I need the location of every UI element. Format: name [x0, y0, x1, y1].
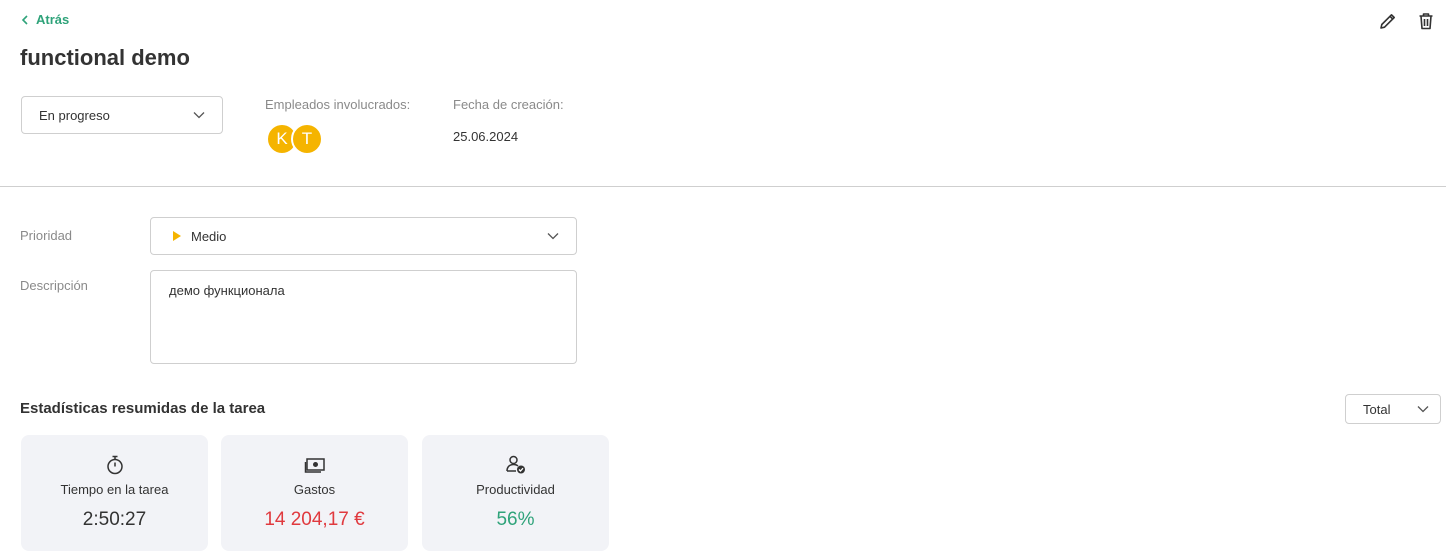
stopwatch-icon: [104, 454, 126, 476]
stat-value: 2:50:27: [82, 509, 147, 530]
stat-label: Tiempo en la tarea: [60, 482, 169, 497]
priority-flag-icon: [173, 231, 181, 241]
description-field[interactable]: демо функционала: [150, 270, 577, 364]
priority-dropdown[interactable]: Medio: [150, 217, 577, 255]
stat-label: Gastos: [293, 482, 336, 497]
trash-icon: [1419, 13, 1433, 30]
divider: [0, 186, 1446, 187]
period-value: Total: [1363, 401, 1391, 417]
stat-card-expenses: Gastos 14 204,17 €: [221, 435, 408, 551]
back-label: Atrás: [36, 12, 70, 27]
priority-label: Prioridad: [20, 228, 73, 243]
status-value: En progreso: [39, 107, 110, 123]
chevron-down-icon: [547, 233, 559, 240]
page-title: functional demo: [20, 45, 190, 70]
chevron-left-icon: [21, 14, 28, 25]
chevron-down-icon: [1417, 406, 1429, 413]
edit-button[interactable]: [1378, 11, 1398, 31]
stats-title: Estadísticas resumidas de la tarea: [20, 400, 266, 417]
stat-card-productivity: Productividad 56%: [422, 435, 609, 551]
stat-value: 56%: [496, 509, 535, 530]
status-dropdown[interactable]: En progreso: [21, 96, 223, 134]
employee-avatars: K T: [266, 123, 323, 155]
stat-label: Productividad: [476, 482, 555, 497]
user-check-icon: [505, 454, 527, 476]
priority-value: Medio: [191, 228, 227, 244]
stat-card-time: Tiempo en la tarea 2:50:27: [21, 435, 208, 551]
chevron-down-icon: [193, 112, 205, 119]
back-link[interactable]: Atrás: [20, 12, 69, 27]
stat-value: 14 204,17 €: [264, 509, 365, 530]
created-date-value: 25.06.2024: [453, 129, 519, 144]
header-actions: [1378, 11, 1436, 31]
description-label: Descripción: [20, 278, 88, 293]
created-date-label: Fecha de creación:: [453, 97, 564, 112]
period-dropdown[interactable]: Total: [1345, 394, 1441, 424]
delete-button[interactable]: [1416, 11, 1436, 31]
employees-label: Empleados involucrados:: [265, 97, 411, 112]
money-icon: [304, 454, 326, 476]
avatar[interactable]: T: [291, 123, 323, 155]
pencil-icon: [1380, 14, 1395, 29]
